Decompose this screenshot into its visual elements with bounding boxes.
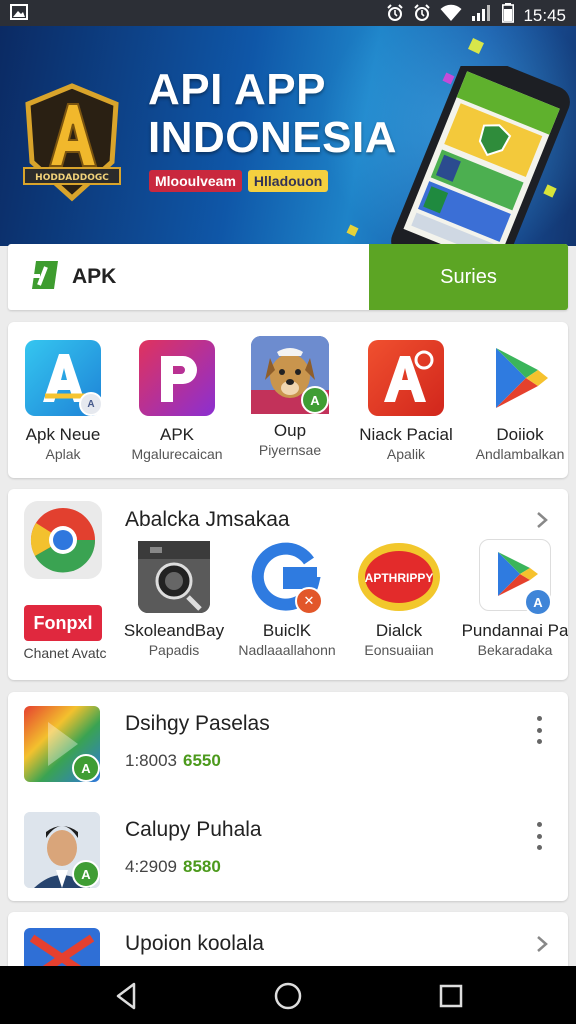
app-icon: APTHRIPPY [357, 541, 441, 613]
phone-illustration [372, 54, 572, 246]
apk-badge-icon: A [79, 392, 103, 416]
app-name: APK [159, 425, 195, 444]
app-icon [368, 340, 444, 416]
apk-badge-icon: A [72, 860, 100, 888]
app-section-card: Fonpxl Chanet Avatc Abalcka Jmsakaa Skol… [8, 489, 568, 680]
featured-apps-card: A Apk Neue Aplak APK Mgalurecaican A Oup… [8, 322, 568, 478]
list-item-title: Calupy Puhala [125, 818, 262, 841]
app-tile[interactable]: A Oup Piyernsae [232, 336, 348, 458]
banner-tag-red: Mlooulvеam [149, 170, 242, 192]
gallery-icon [10, 4, 28, 25]
back-icon[interactable] [112, 981, 142, 1011]
play-store-icon [482, 340, 558, 416]
app-list-card: A Dsihgy Paselas 1:8003 6550 A Calupy Puh… [8, 692, 568, 901]
app-icon: A [251, 336, 329, 414]
app-subtitle: Bekaradaka [477, 642, 553, 658]
brand-logo: HODDADDOGC [20, 82, 124, 202]
tab-bar: APK Suries [8, 244, 568, 310]
app-subtitle: Nadlaaallahonn [238, 642, 336, 658]
navigation-bar [0, 966, 576, 1024]
app-tile[interactable]: Niack Pacial Apalik [348, 340, 464, 462]
wifi-icon [440, 4, 462, 27]
chrome-icon[interactable] [24, 501, 102, 579]
apk-logo-icon [26, 259, 64, 296]
apk-badge-icon: A [72, 754, 100, 782]
apk-badge-icon: A [301, 386, 329, 414]
status-bar: 15:45 [0, 0, 576, 26]
side-logo[interactable]: Fonpxl [24, 605, 102, 641]
list-item[interactable]: A Dsihgy Paselas 1:8003 6550 [8, 692, 568, 792]
more-vert-icon[interactable] [535, 716, 543, 744]
banner-tag-yellow: Hlladouon [247, 170, 329, 192]
section-title: Abalcka Jmsakaa [125, 508, 290, 531]
banner-title: API APP INDONESIA [148, 65, 397, 162]
battery-icon [502, 3, 515, 28]
app-icon: ✕ [251, 541, 323, 615]
tab-apk-label: APK [72, 265, 117, 288]
promo-banner[interactable]: HODDADDOGC API APP INDONESIA Mlooulvеam … [0, 26, 576, 246]
app-tile[interactable]: A Pundannai Pa Bekaradaka [457, 539, 568, 658]
app-subtitle: Papadis [148, 642, 200, 658]
tab-series[interactable]: Suries [369, 244, 568, 310]
app-tile[interactable]: APTHRIPPY Dialck Eonsuaiian [341, 541, 457, 658]
tab-apk[interactable]: APK [8, 244, 369, 310]
list-item-meta: 1:8003 6550 [125, 751, 221, 770]
app-name: Niack Pacial [359, 425, 453, 444]
app-name: BuiclK [262, 621, 312, 640]
recents-icon[interactable] [436, 981, 466, 1011]
svg-text:APTHRIPPY: APTHRIPPY [365, 571, 434, 585]
app-subtitle: Aplak [45, 446, 81, 462]
camera-app-icon [138, 541, 210, 613]
app-name: Dialck [375, 621, 423, 640]
list-item-meta: 4:2909 8580 [125, 857, 221, 876]
app-tile[interactable]: ✕ BuiclK Nadlaaallahonn [229, 541, 345, 658]
avatar: A [24, 812, 100, 888]
signal-icon [471, 4, 493, 27]
app-tile[interactable]: A Apk Neue Aplak [8, 340, 121, 462]
alarm-icon [386, 4, 404, 27]
clock: 15:45 [523, 5, 566, 25]
tools-badge-icon: ✕ [295, 587, 323, 615]
partial-list-card[interactable]: Upoion koolala [8, 912, 568, 972]
app-tile[interactable]: APK Mgalurecaican [119, 340, 235, 462]
more-vert-icon[interactable] [535, 822, 543, 850]
chevron-right-icon[interactable] [534, 512, 550, 528]
list-item[interactable]: A Calupy Puhala 4:2909 8580 [8, 798, 568, 898]
side-label: Chanet Avatc [23, 645, 107, 661]
app-name: Pundannai Pa [461, 621, 568, 640]
list-item-title: Upoion koolala [125, 932, 264, 955]
app-subtitle: Mgalurecaican [131, 446, 223, 462]
app-subtitle: Andlambalkan [475, 446, 565, 462]
app-name: SkoleandBay [123, 621, 225, 640]
app-icon: A [24, 706, 100, 782]
apk-badge-icon: A [524, 588, 552, 616]
app-name: Apk Neue [25, 425, 101, 444]
app-tile[interactable]: SkoleandBay Papadis [116, 541, 232, 658]
play-store-icon: A [479, 539, 552, 616]
app-name: Oup [273, 421, 307, 440]
alarm-icon [413, 4, 431, 27]
svg-text:HODDADDOGC: HODDADDOGC [35, 173, 109, 183]
app-subtitle: Eonsuaiian [364, 642, 434, 658]
app-icon [139, 340, 215, 416]
app-name: Doiiok [496, 425, 544, 444]
app-icon: A [25, 340, 103, 416]
app-tile[interactable]: Doiiok Andlambalkan [462, 340, 568, 462]
home-icon[interactable] [273, 981, 303, 1011]
chevron-right-icon[interactable] [534, 936, 550, 952]
app-subtitle: Apalik [386, 446, 426, 462]
app-subtitle: Piyernsae [258, 442, 322, 458]
list-item-title: Dsihgy Paselas [125, 712, 270, 735]
